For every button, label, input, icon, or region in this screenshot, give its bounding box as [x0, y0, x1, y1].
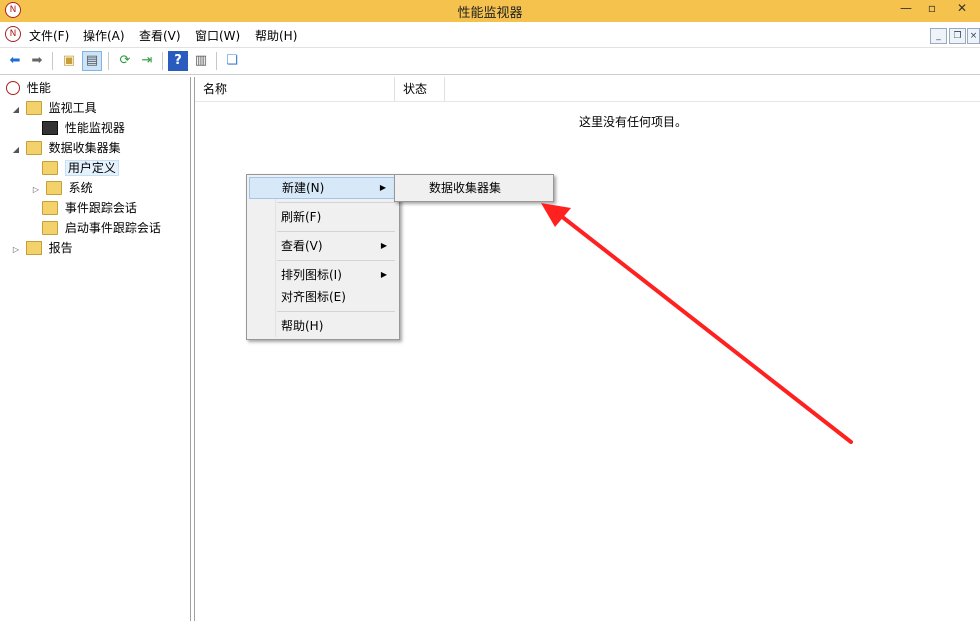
minimize-icon[interactable]: — — [893, 0, 919, 18]
system-menu-icon[interactable]: N — [5, 26, 21, 42]
navigation-tree: 性能 ◢ 监视工具 性能监视器 ◢ 数据收集器集 用户定义 ▷ 系统 事件跟踪会… — [2, 77, 191, 621]
empty-list-message: 这里没有任何项目。 — [578, 115, 687, 129]
show-hide-tree-icon[interactable]: ▤ — [82, 51, 102, 71]
title-bar: N 性能监视器 — ▫ ✕ — [0, 0, 980, 22]
menu-item-data-collector-set[interactable]: 数据收集器集 — [397, 177, 551, 199]
tree-item-label: 监视工具 — [48, 101, 97, 115]
user-defined-icon — [42, 160, 58, 175]
menu-item-refresh[interactable]: 刷新(F) — [249, 206, 397, 228]
menu-file[interactable]: 文件(F) — [29, 27, 69, 44]
mdi-minimize-icon[interactable]: _ — [930, 28, 947, 44]
menu-item-view[interactable]: 查看(V) ▶ — [249, 235, 397, 257]
tree-item-label: 系统 — [68, 181, 93, 195]
monitor-icon — [42, 120, 58, 135]
folder-icon — [45, 180, 62, 195]
menu-item-label: 刷新(F) — [281, 210, 322, 224]
forward-icon[interactable]: ➡ — [27, 51, 47, 71]
restore-icon[interactable]: ▫ — [919, 0, 945, 18]
tree-item-label: 性能 — [26, 81, 51, 95]
menu-item-new[interactable]: 新建(N) ▶ — [249, 177, 397, 199]
menu-item-help[interactable]: 帮助(H) — [249, 315, 397, 337]
toolbar-separator — [52, 52, 53, 70]
list-pane[interactable]: 名称 状态 这里没有任何项目。 — [194, 77, 980, 621]
window-title: 性能监视器 — [457, 6, 523, 21]
menu-window[interactable]: 窗口(W) — [195, 27, 240, 44]
column-header-name[interactable]: 名称 — [195, 77, 395, 101]
menu-bar: N 文件(F) 操作(A) 查看(V) 窗口(W) 帮助(H) _ ❐ × — [0, 22, 980, 48]
refresh-icon[interactable]: ⟳ — [115, 51, 135, 71]
mdi-close-icon[interactable]: × — [967, 28, 980, 44]
tree-item-label: 用户定义 — [64, 160, 119, 176]
tree-item-label: 性能监视器 — [64, 121, 125, 135]
close-icon[interactable]: ✕ — [949, 0, 975, 18]
menu-help[interactable]: 帮助(H) — [255, 27, 297, 44]
menu-item-label: 帮助(H) — [281, 319, 324, 333]
menu-view[interactable]: 查看(V) — [139, 27, 181, 44]
toolbar: ⬅ ➡ ▣ ▤ ⟳ ⇥ ? ▥ ❏ — [0, 48, 980, 75]
tree-item-monitoring-tools[interactable]: ◢ 监视工具 — [10, 99, 97, 117]
menu-separator — [277, 311, 395, 312]
up-folder-icon[interactable]: ▣ — [59, 51, 79, 71]
submenu-arrow-icon: ▶ — [379, 183, 386, 192]
performance-icon — [6, 80, 20, 95]
submenu-arrow-icon: ▶ — [380, 270, 387, 279]
folder-icon — [42, 220, 58, 235]
tree-item-user-defined[interactable]: 用户定义 — [42, 159, 119, 177]
menu-item-label: 对齐图标(E) — [281, 290, 346, 304]
toolbar-separator — [162, 52, 163, 70]
new-submenu: 数据收集器集 — [394, 174, 554, 202]
tree-item-event-trace-sessions[interactable]: 事件跟踪会话 — [42, 199, 137, 217]
menu-item-label: 查看(V) — [281, 239, 323, 253]
submenu-arrow-icon: ▶ — [380, 241, 387, 250]
folder-icon — [42, 200, 58, 215]
list-header: 名称 状态 — [195, 77, 980, 102]
tree-item-performance[interactable]: 性能 — [6, 79, 51, 97]
toolbar-separator — [108, 52, 109, 70]
menu-item-label: 排列图标(I) — [281, 268, 342, 282]
expand-arrow-icon[interactable]: ▷ — [30, 181, 42, 199]
folder-icon — [25, 140, 42, 155]
properties-icon[interactable]: ▥ — [191, 51, 211, 71]
tree-item-system[interactable]: ▷ 系统 — [30, 179, 93, 197]
collapse-arrow-icon[interactable]: ◢ — [10, 141, 22, 159]
tree-item-reports[interactable]: ▷ 报告 — [10, 239, 73, 257]
menu-separator — [277, 260, 395, 261]
menu-separator — [277, 202, 395, 203]
menu-item-arrange-icons[interactable]: 排列图标(I) ▶ — [249, 264, 397, 286]
menu-gutter — [275, 177, 276, 337]
tree-item-label: 数据收集器集 — [48, 141, 121, 155]
tree-item-label: 报告 — [48, 241, 73, 255]
tree-item-performance-monitor[interactable]: 性能监视器 — [42, 119, 125, 137]
tree-item-data-collector-sets[interactable]: ◢ 数据收集器集 — [10, 139, 121, 157]
menu-item-label: 新建(N) — [282, 181, 325, 195]
tree-item-label: 事件跟踪会话 — [64, 201, 137, 215]
toolbar-separator — [216, 52, 217, 70]
expand-arrow-icon[interactable]: ▷ — [10, 241, 22, 259]
menu-action[interactable]: 操作(A) — [83, 27, 125, 44]
back-icon[interactable]: ⬅ — [5, 51, 25, 71]
folder-icon — [25, 100, 42, 115]
help-icon[interactable]: ? — [168, 51, 188, 71]
menu-item-align-icons[interactable]: 对齐图标(E) — [249, 286, 397, 308]
menu-item-label: 数据收集器集 — [429, 181, 502, 195]
new-window-icon[interactable]: ❏ — [222, 51, 242, 71]
collapse-arrow-icon[interactable]: ◢ — [10, 101, 22, 119]
export-list-icon[interactable]: ⇥ — [137, 51, 157, 71]
column-header-status[interactable]: 状态 — [395, 77, 445, 101]
tree-item-label: 启动事件跟踪会话 — [64, 221, 161, 235]
report-icon — [25, 240, 42, 255]
tree-item-startup-event-trace-sessions[interactable]: 启动事件跟踪会话 — [42, 219, 161, 237]
mdi-restore-icon[interactable]: ❐ — [949, 28, 966, 44]
context-menu: 新建(N) ▶ 刷新(F) 查看(V) ▶ 排列图标(I) ▶ 对齐图标(E) … — [246, 174, 400, 340]
menu-separator — [277, 231, 395, 232]
